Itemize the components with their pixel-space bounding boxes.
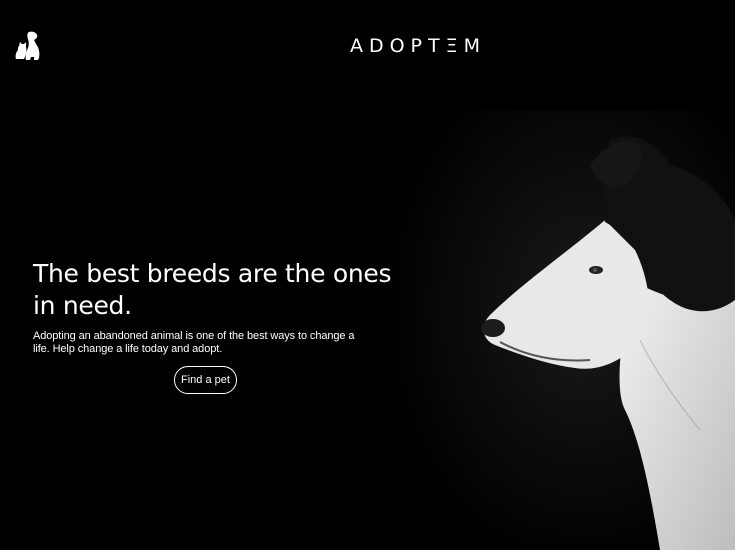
dog-photo [400, 110, 735, 550]
hero-section: The best breeds are the ones in need. Ad… [33, 258, 393, 356]
hero-description: Adopting an abandoned animal is one of t… [33, 330, 355, 355]
brand-logo-text[interactable]: ADOPTΞM [0, 34, 735, 58]
landing-page: ADOPTΞM The best breeds are the ones in … [0, 0, 735, 550]
hero-title: The best breeds are the ones in need. [33, 259, 392, 320]
find-a-pet-button[interactable]: Find a pet [174, 366, 237, 394]
